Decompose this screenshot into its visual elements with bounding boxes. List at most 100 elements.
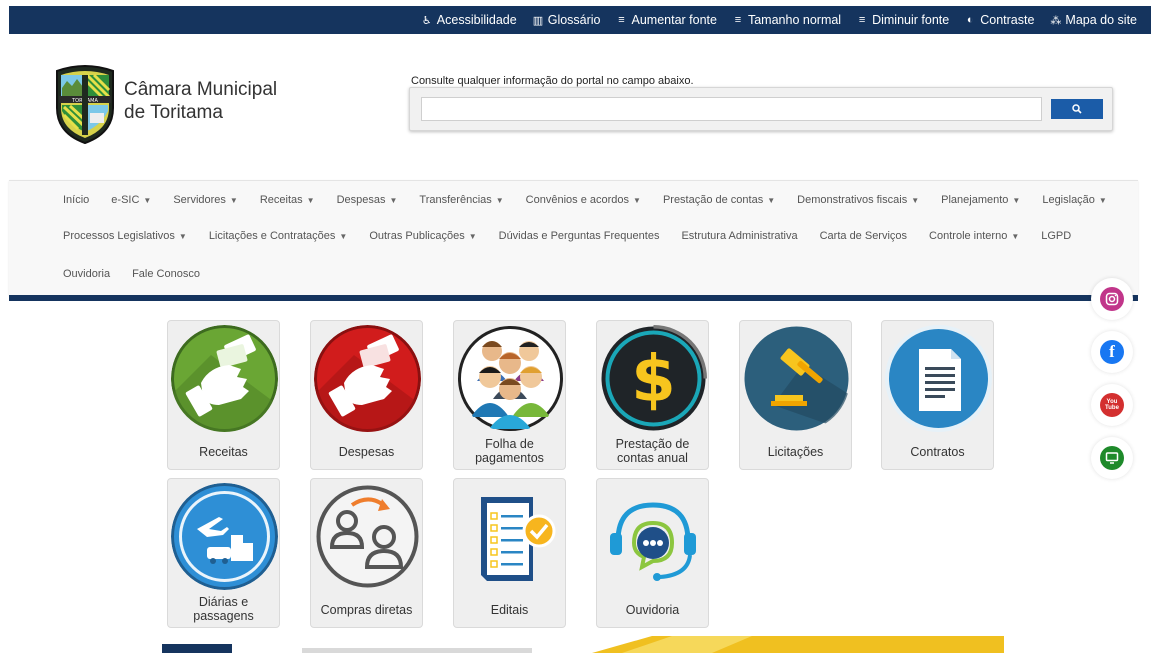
tile-diarias-passagens[interactable]: Diárias e passagens <box>167 478 280 628</box>
instagram-link[interactable] <box>1091 278 1133 320</box>
nav-item-inicio[interactable]: Início <box>63 194 89 206</box>
sitemap-link[interactable]: ⁂ Mapa do site <box>1050 13 1137 27</box>
youtube-link[interactable]: You Tube <box>1091 384 1133 426</box>
tile-label: Editais <box>490 603 529 617</box>
tile-licitacoes[interactable]: Licitações <box>739 320 852 470</box>
nav-item-carta-de-servicos[interactable]: Carta de Serviços <box>820 230 907 242</box>
nav-item-label: Planejamento <box>941 194 1009 206</box>
travel-icon <box>171 483 278 590</box>
facebook-icon: f <box>1100 340 1124 364</box>
gavel-icon <box>744 326 850 432</box>
facebook-link[interactable]: f <box>1091 331 1133 373</box>
accessibility-icon: ♿ <box>421 14 432 27</box>
nav-item-demonstrativos-fiscais[interactable]: Demonstrativos fiscais ▼ <box>797 194 919 206</box>
accessibility-link[interactable]: ♿ Acessibilidade <box>422 13 517 27</box>
nav-row-1: Início e-SIC ▼ Servidores ▼ Receitas ▼ Despesas… <box>63 190 1107 210</box>
caret-down-icon: ▼ <box>1098 196 1107 205</box>
nav-item-lgpd[interactable]: LGPD <box>1041 230 1071 242</box>
nav-item-planejamento[interactable]: Planejamento ▼ <box>941 194 1020 206</box>
nav-item-label: Transferências <box>419 194 492 206</box>
caret-down-icon: ▼ <box>389 196 398 205</box>
font-decrease-link[interactable]: ≡ Diminuir fonte <box>857 13 949 27</box>
nav-item-label: Processos Legislativos <box>63 230 175 242</box>
nav-item-receitas[interactable]: Receitas ▼ <box>260 194 315 206</box>
nav-item-label: Demonstrativos fiscais <box>797 194 908 206</box>
youtube-icon: You Tube <box>1100 393 1124 417</box>
nav-item-label: Carta de Serviços <box>819 230 908 242</box>
nav-item-ouvidoria[interactable]: Ouvidoria <box>63 268 110 280</box>
caret-down-icon: ▼ <box>468 232 477 241</box>
tile-compras-diretas[interactable]: Compras diretas <box>310 478 423 628</box>
tile-label: Receitas <box>199 445 248 459</box>
accessibility-bar: ♿ Acessibilidade ▥ Glossário ≡ Aumentar fon… <box>9 6 1151 34</box>
nav-item-duvidas-e-perguntas-frequentes[interactable]: Dúvidas e Perguntas Frequentes <box>499 230 660 242</box>
nav-item-controle-interno[interactable]: Controle interno ▼ <box>929 230 1019 242</box>
svg-text:$: $ <box>631 343 676 417</box>
nav-item-outras-publicacoes[interactable]: Outras Publicações ▼ <box>369 230 476 242</box>
contrast-link[interactable]: ◐ Contraste <box>965 13 1035 27</box>
caret-down-icon: ▼ <box>495 196 504 205</box>
tile-ouvidoria[interactable]: Ouvidoria <box>596 478 709 628</box>
caret-down-icon: ▼ <box>1011 232 1020 241</box>
nav-item-label: Legislação <box>1042 194 1095 206</box>
nav-item-prestacao-de-contas[interactable]: Prestação de contas ▼ <box>663 194 775 206</box>
nav-item-estrutura-administrativa[interactable]: Estrutura Administrativa <box>681 230 797 242</box>
transparency-banner[interactable] <box>152 636 1004 653</box>
caret-down-icon: ▼ <box>178 232 187 241</box>
nav-item-licitacoes-e-contratacoes[interactable]: Licitações e Contratações ▼ <box>209 230 348 242</box>
tile-despesas[interactable]: Despesas <box>310 320 423 470</box>
nav-item-label: Licitações e Contratações <box>208 230 336 242</box>
logo-crest[interactable]: TORITAMA <box>52 63 118 145</box>
nav-item-label: Convênios e acordos <box>525 194 630 206</box>
search-input[interactable] <box>421 97 1042 121</box>
tile-editais[interactable]: Editais <box>453 478 566 628</box>
tile-prestacao-contas[interactable]: $ Prestação de contas anual <box>596 320 709 470</box>
document-icon <box>885 325 992 432</box>
tile-label: Folha de pagamentos <box>475 437 544 465</box>
nav-item-label: e-SIC <box>111 194 140 206</box>
font-decrease-icon: ≡ <box>858 14 866 26</box>
site-name[interactable]: Câmara Municipal de Toritama <box>124 78 277 124</box>
glossary-link[interactable]: ▥ Glossário <box>533 13 601 27</box>
monitor-icon <box>1100 446 1124 470</box>
font-increase-link[interactable]: ≡ Aumentar fonte <box>617 13 717 27</box>
tile-label: Contratos <box>910 445 965 459</box>
tile-label: Diárias e passagens <box>193 595 254 623</box>
nav-item-label: Prestação de contas <box>662 194 764 206</box>
sitemap-icon: ⁂ <box>1050 14 1062 27</box>
search-icon <box>1072 104 1082 114</box>
caret-down-icon: ▼ <box>767 196 776 205</box>
nav-item-despesas[interactable]: Despesas ▼ <box>337 194 398 206</box>
search-panel <box>409 87 1113 131</box>
nav-item-fale-conosco[interactable]: Fale Conosco <box>132 268 200 280</box>
nav-item-label: Despesas <box>336 194 386 206</box>
tile-label: Licitações <box>767 445 824 459</box>
people-group-icon <box>458 326 563 431</box>
nav-item-label: Servidores <box>173 194 226 206</box>
nav-item-convenios-e-acordos[interactable]: Convênios e acordos ▼ <box>526 194 641 206</box>
tile-label: Prestação de contas anual <box>615 437 690 465</box>
font-normal-link[interactable]: ≡ Tamanho normal <box>733 13 841 27</box>
nav-item-legislacao[interactable]: Legislação ▼ <box>1042 194 1107 206</box>
tile-label: Compras diretas <box>320 603 413 617</box>
nav-item-servidores[interactable]: Servidores ▼ <box>173 194 238 206</box>
nav-item-label: Dúvidas e Perguntas Frequentes <box>498 230 660 242</box>
nav-item-label: Início <box>63 194 90 206</box>
nav-item-label: Ouvidoria <box>63 268 111 280</box>
font-normal-icon: ≡ <box>734 14 742 26</box>
tile-receitas[interactable]: Receitas <box>167 320 280 470</box>
font-increase-icon: ≡ <box>618 14 625 26</box>
search-button[interactable] <box>1051 99 1103 119</box>
tv-link[interactable] <box>1091 437 1133 479</box>
nav-item-transferencias[interactable]: Transferências ▼ <box>419 194 503 206</box>
nav-item-label: Receitas <box>259 194 303 206</box>
search-hint: Consulte qualquer informação do portal n… <box>411 75 694 87</box>
caret-down-icon: ▼ <box>339 232 348 241</box>
tile-folha-pagamentos[interactable]: Folha de pagamentos <box>453 320 566 470</box>
tile-contratos[interactable]: Contratos <box>881 320 994 470</box>
user-transfer-icon <box>316 485 419 588</box>
nav-item-label: LGPD <box>1041 230 1072 242</box>
nav-item-processos-legislativos[interactable]: Processos Legislativos ▼ <box>63 230 187 242</box>
nav-item-e-sic[interactable]: e-SIC ▼ <box>111 194 151 206</box>
caret-down-icon: ▼ <box>143 196 152 205</box>
